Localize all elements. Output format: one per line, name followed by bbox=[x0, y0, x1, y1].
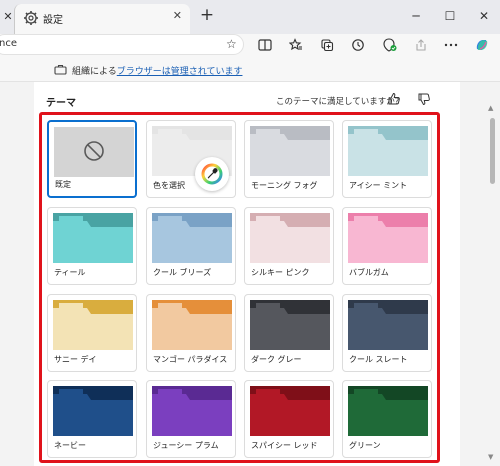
share-icon[interactable] bbox=[412, 36, 430, 54]
favorites-icon[interactable] bbox=[287, 36, 305, 54]
managed-prefix: 組織による bbox=[72, 67, 117, 77]
feedback-question: このテーマに満足していますか? bbox=[276, 97, 400, 107]
briefcase-icon bbox=[54, 64, 67, 75]
split-screen-icon[interactable] bbox=[256, 36, 274, 54]
tab-title: 設定 bbox=[43, 15, 63, 26]
thumbs-down-icon[interactable] bbox=[417, 92, 431, 106]
minimize-icon[interactable]: ─ bbox=[406, 7, 426, 25]
scroll-down-arrow[interactable]: ▼ bbox=[488, 453, 493, 461]
title-bar: ✕ 設定 ✕ + ─ ☐ ✕ bbox=[0, 0, 500, 34]
address-bar[interactable]: nce bbox=[0, 34, 244, 55]
more-menu-icon[interactable] bbox=[442, 36, 460, 54]
copilot-icon[interactable] bbox=[473, 36, 491, 54]
thumbs-up-icon[interactable] bbox=[387, 92, 401, 106]
scroll-up-arrow[interactable]: ▲ bbox=[488, 104, 493, 112]
browser-essentials-icon[interactable] bbox=[381, 36, 399, 54]
history-icon[interactable] bbox=[349, 36, 367, 54]
theme-heading: テーマ bbox=[46, 98, 76, 109]
managed-banner: 組織によるブラウザーは管理されています bbox=[0, 56, 500, 82]
collections-icon[interactable] bbox=[318, 36, 336, 54]
settings-gear-icon bbox=[24, 11, 38, 25]
tab-settings[interactable]: 設定 ✕ bbox=[14, 4, 190, 34]
managed-link[interactable]: ブラウザーは管理されています bbox=[117, 67, 243, 77]
close-window-icon[interactable]: ✕ bbox=[474, 7, 494, 25]
maximize-icon[interactable]: ☐ bbox=[440, 7, 460, 25]
toolbar: nce ☆ bbox=[0, 34, 500, 56]
favorite-star-icon[interactable]: ☆ bbox=[226, 37, 237, 51]
address-text: nce bbox=[0, 38, 17, 49]
highlight-frame bbox=[39, 112, 440, 463]
new-tab-button[interactable]: + bbox=[196, 4, 218, 26]
tab-close-icon[interactable]: ✕ bbox=[173, 9, 182, 22]
managed-text: 組織によるブラウザーは管理されています bbox=[72, 64, 242, 77]
scrollbar-thumb[interactable] bbox=[490, 118, 495, 184]
